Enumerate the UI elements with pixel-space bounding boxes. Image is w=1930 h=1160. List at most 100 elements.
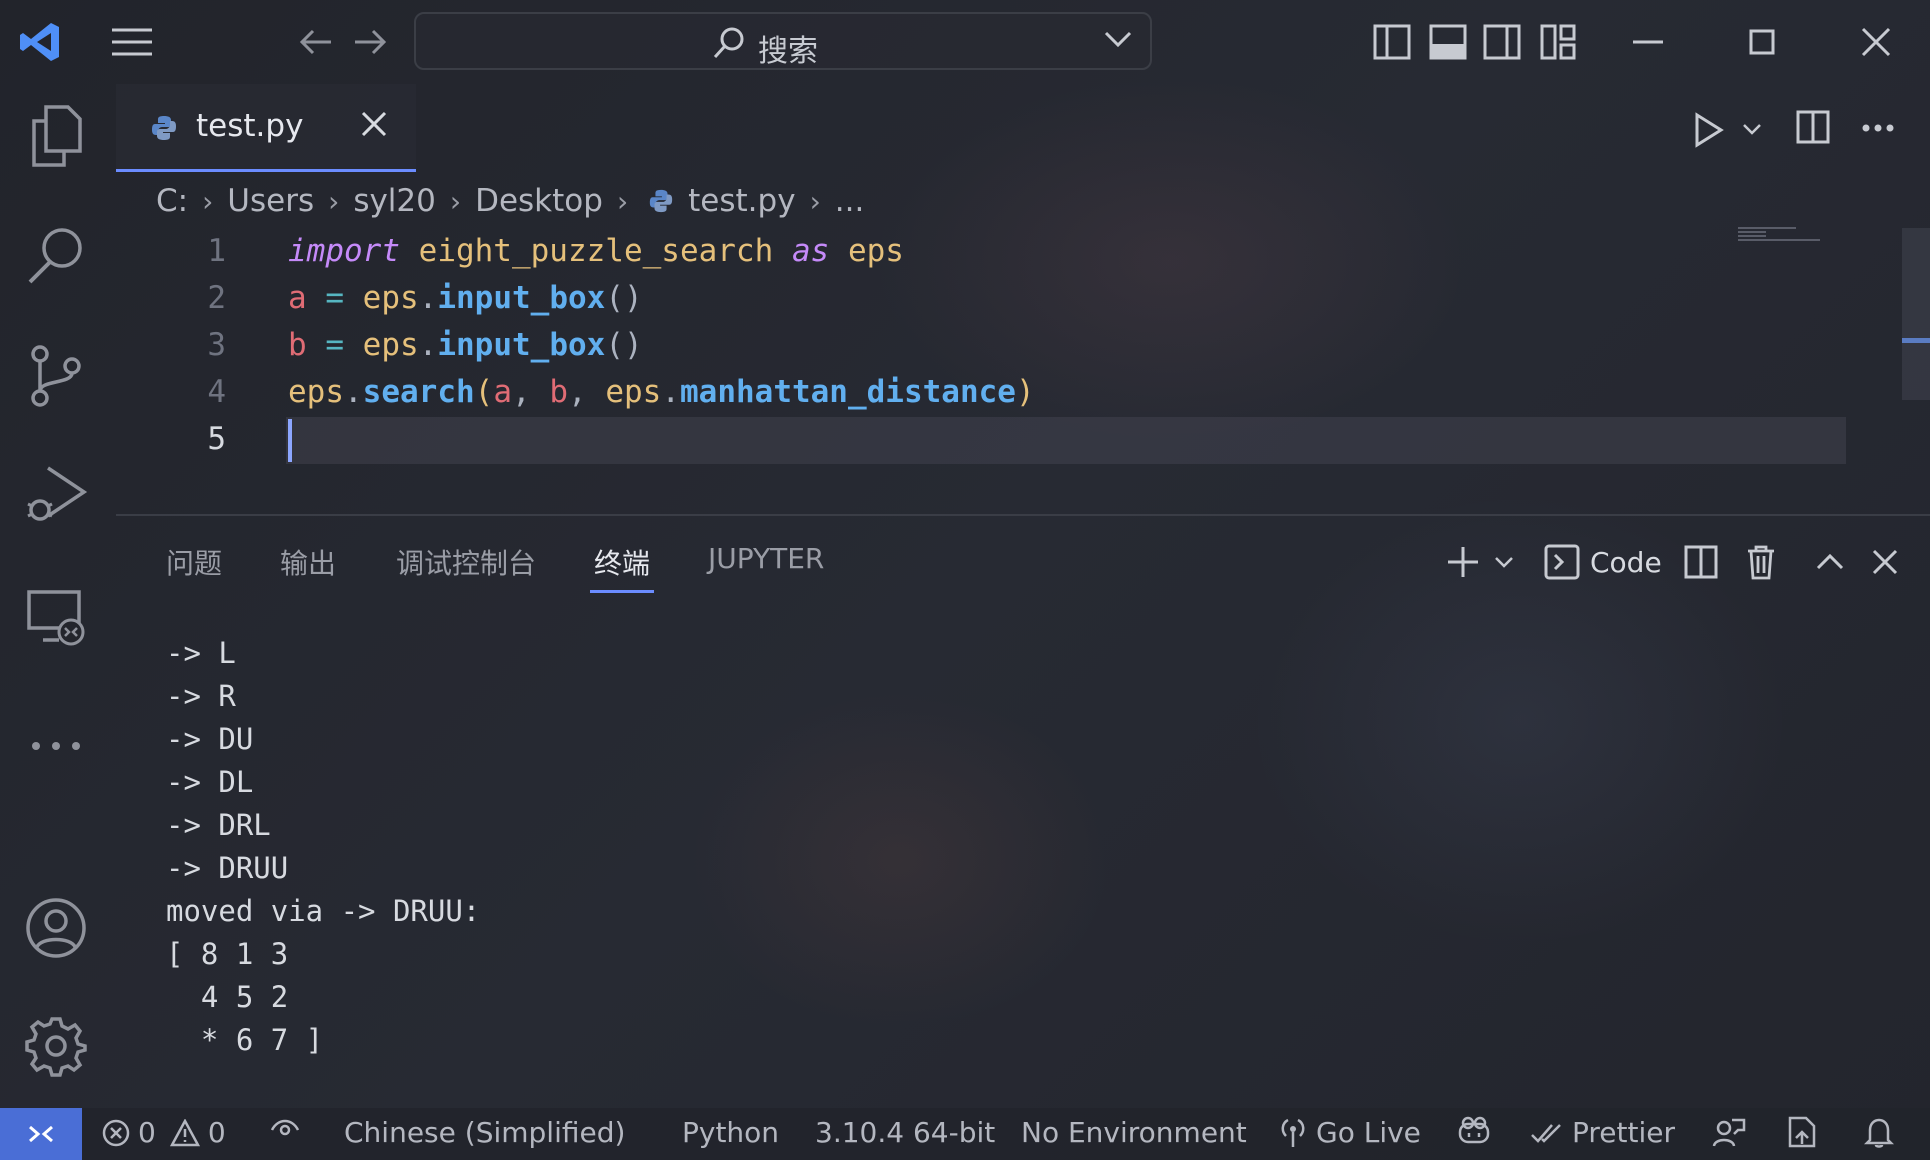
code-token: , [512, 374, 550, 410]
code-token: () [605, 280, 643, 316]
explorer-icon[interactable] [22, 102, 90, 170]
breadcrumb-user-folder[interactable]: syl20 [353, 183, 436, 219]
toggle-secondary-sidebar-icon[interactable] [1478, 18, 1526, 66]
tab-output[interactable]: 输出 [280, 542, 336, 582]
warning-icon [169, 1118, 200, 1147]
terminal-instance-selector[interactable]: Code [1544, 534, 1662, 590]
status-bar: 0 0 Chinese (Simplified) Python 3.10.4 6… [0, 1108, 1930, 1160]
tab-label: test.py [196, 108, 304, 144]
tab-debug-console[interactable]: 调试控制台 [396, 542, 536, 582]
minimize-icon[interactable] [1624, 18, 1672, 66]
breadcrumb-file[interactable]: test.py [688, 183, 795, 219]
editor-scrollbar[interactable] [1902, 228, 1930, 400]
settings-gear-icon[interactable] [22, 1012, 90, 1080]
terminal-icon [1544, 544, 1580, 580]
split-editor-icon[interactable] [1796, 110, 1830, 144]
breadcrumb-users[interactable]: Users [227, 183, 314, 219]
go-live-button[interactable]: Go Live [1278, 1116, 1421, 1149]
toggle-panel-icon[interactable] [1424, 18, 1472, 66]
code-text: eps.search(a, b, eps.manhattan_distance) [288, 369, 1035, 416]
prettier-button[interactable]: Prettier [1530, 1116, 1675, 1149]
line-number: 4 [207, 374, 226, 410]
kill-terminal-trash-icon[interactable] [1746, 534, 1776, 590]
code-token: . [418, 327, 438, 363]
run-and-debug-icon[interactable] [22, 460, 90, 528]
code-token: . [344, 374, 363, 410]
panel-divider[interactable] [116, 514, 1930, 516]
code-editor[interactable]: 1 import eight_puzzle_search as eps 2 a = e… [116, 228, 1902, 510]
editor-tab-test-py[interactable]: test.py [116, 84, 416, 172]
search-icon [712, 26, 746, 60]
sync-settings-icon[interactable] [1786, 1116, 1818, 1148]
search-label: 搜索 [758, 34, 818, 69]
code-text: a = eps.input_box() [288, 275, 643, 322]
chevron-down-icon[interactable] [1104, 30, 1132, 48]
language-mode[interactable]: Python [682, 1116, 779, 1149]
terminal-output[interactable]: -> L -> R -> DU -> DL -> DRL -> DRUU moved via… [166, 632, 480, 1062]
tab-terminal[interactable]: 终端 [594, 542, 650, 582]
toggle-primary-sidebar-icon[interactable] [1368, 18, 1416, 66]
customize-layout-icon[interactable] [1534, 18, 1582, 66]
chevron-right-icon: › [809, 184, 821, 218]
code-token: ( [474, 374, 494, 410]
editor-actions [1680, 100, 1920, 160]
title-bar: 搜索 [0, 0, 1930, 84]
run-dropdown-chevron-icon[interactable] [1742, 122, 1762, 136]
tab-jupyter[interactable]: JUPYTER [708, 542, 824, 575]
code-line[interactable]: 2 a = eps.input_box() [116, 275, 1902, 322]
code-line[interactable]: 4 eps.search(a, b, eps.manhattan_distance… [116, 369, 1902, 416]
code-token: . [661, 374, 680, 410]
chevron-right-icon: › [202, 184, 214, 218]
terminal-dropdown-chevron-icon[interactable] [1494, 534, 1514, 590]
watch-eye-icon[interactable] [270, 1116, 300, 1136]
breadcrumb-symbols[interactable]: ... [835, 183, 865, 219]
code-line[interactable]: 1 import eight_puzzle_search as eps [116, 228, 1902, 275]
breadcrumb-drive[interactable]: C: [156, 183, 188, 219]
terminal-line: -> R [166, 679, 236, 713]
source-control-icon[interactable] [22, 342, 90, 410]
notifications-bell-icon[interactable] [1864, 1116, 1894, 1148]
chevron-right-icon: › [328, 184, 340, 218]
minimap[interactable] [1736, 226, 1836, 242]
line-number: 2 [207, 280, 226, 316]
split-terminal-icon[interactable] [1684, 534, 1718, 590]
maximize-panel-chevron-up-icon[interactable] [1816, 534, 1844, 590]
tab-close-icon[interactable] [360, 110, 388, 138]
code-token: , [568, 374, 606, 410]
code-text: b = eps.input_box() [288, 322, 643, 369]
more-actions-icon[interactable] [1862, 124, 1894, 132]
close-panel-icon[interactable] [1872, 534, 1898, 590]
remote-explorer-icon[interactable] [22, 584, 90, 652]
search-sidebar-icon[interactable] [22, 222, 90, 290]
remote-indicator[interactable] [0, 1108, 82, 1160]
copilot-icon[interactable] [1456, 1116, 1492, 1146]
menu-icon[interactable] [108, 18, 156, 66]
tab-problems[interactable]: 问题 [166, 542, 222, 582]
feedback-icon[interactable] [1712, 1116, 1746, 1148]
forward-arrow-icon[interactable] [346, 18, 394, 66]
code-token: eps [288, 374, 344, 410]
window-close-icon[interactable] [1852, 18, 1900, 66]
breadcrumb-desktop[interactable]: Desktop [475, 183, 603, 219]
back-arrow-icon[interactable] [292, 18, 340, 66]
more-views-icon[interactable] [22, 712, 90, 780]
code-token: = [306, 280, 363, 316]
code-line[interactable]: 3 b = eps.input_box() [116, 322, 1902, 369]
new-terminal-plus-icon[interactable] [1446, 534, 1480, 590]
active-tab-indicator [590, 590, 654, 593]
problems-indicator[interactable]: 0 0 [102, 1116, 226, 1149]
code-token: eps [605, 374, 662, 410]
code-line[interactable]: 5 [116, 416, 1902, 463]
language-pack-indicator[interactable]: Chinese (Simplified) [344, 1116, 625, 1149]
command-center-search[interactable]: 搜索 [414, 12, 1152, 70]
python-interpreter[interactable]: 3.10.4 64-bit [815, 1116, 995, 1149]
run-python-file-icon[interactable] [1694, 112, 1724, 148]
python-environment[interactable]: No Environment [1021, 1116, 1247, 1149]
maximize-icon[interactable] [1738, 18, 1786, 66]
code-token: eps [847, 233, 904, 269]
panel-actions: Code [1440, 534, 1920, 590]
accounts-icon[interactable] [22, 894, 90, 962]
text-cursor [288, 419, 292, 462]
